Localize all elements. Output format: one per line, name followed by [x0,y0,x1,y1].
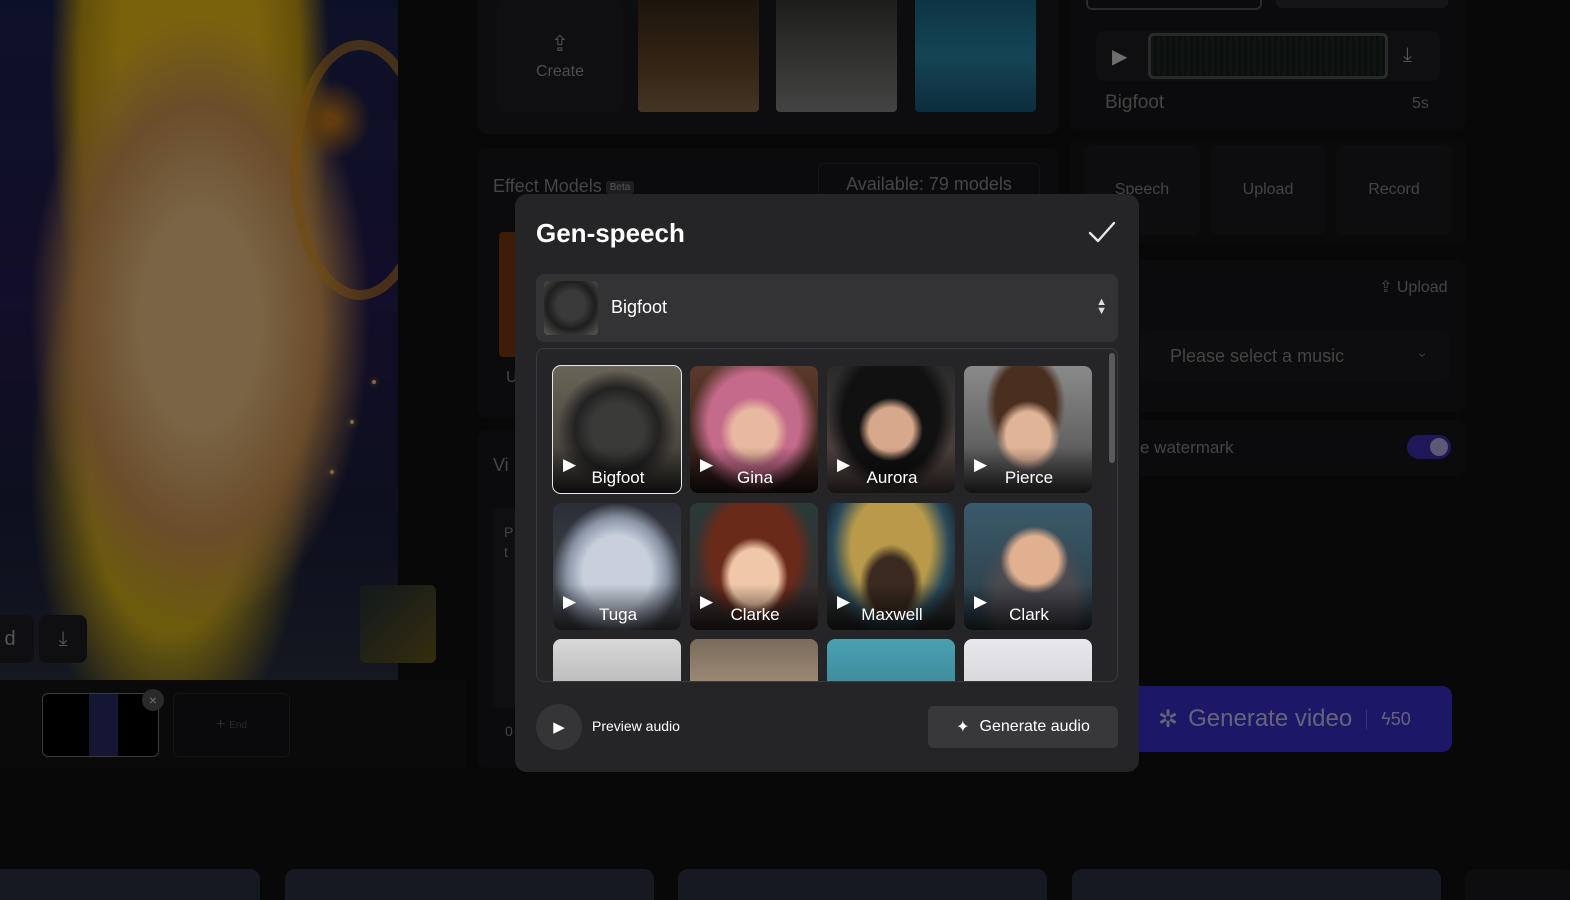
voice-card-maxwell[interactable]: ▶ Maxwell [827,503,955,630]
app-page: d ⤓ × + End ⇪ Create Effect ModelsBeta A… [0,0,1570,900]
voice-grid: ▶ Bigfoot ▶ Gina ▶ Aurora ▶ Pierce ▶ Tug… [536,348,1118,682]
selected-voice-avatar [544,281,598,335]
voice-avatar [827,639,955,681]
voice-card-pierce[interactable]: ▶ Pierce [964,366,1092,493]
voice-name: Tuga [598,605,638,624]
voice-card-partial[interactable] [964,639,1092,681]
generate-audio-button[interactable]: ✦ Generate audio [928,706,1118,748]
play-icon: ▶ [553,719,565,736]
voice-name: Clarke [730,605,780,624]
sort-arrows-icon: ▲ ▼ [1096,296,1107,317]
voice-card-partial[interactable] [553,639,681,681]
voice-name: Clark [1009,605,1049,624]
gen-speech-modal: Gen-speech Bigfoot ▲▼ ▶ Bigfoot ▶ Gina [515,194,1139,772]
voice-avatar [964,639,1092,681]
voice-avatar [553,639,681,681]
voice-name: Bigfoot [591,468,645,487]
voice-name: Gina [737,468,773,487]
magic-wand-icon: ✦ [956,719,970,736]
voice-avatar [690,639,818,681]
voice-card-clarke[interactable]: ▶ Clarke [690,503,818,630]
modal-title: Gen-speech [536,218,685,248]
voice-card-bigfoot[interactable]: ▶ Bigfoot [552,365,682,494]
preview-audio-label[interactable]: Preview audio [592,718,680,734]
preview-audio-play-button[interactable]: ▶ [536,704,582,750]
voice-grid-scrollbar[interactable] [1109,353,1115,463]
voice-card-aurora[interactable]: ▶ Aurora [827,366,955,493]
voice-card-partial[interactable] [690,639,818,681]
voice-card-partial[interactable] [827,639,955,681]
voice-card-tuga[interactable]: ▶ Tuga [553,503,681,630]
voice-name: Aurora [866,468,918,487]
voice-name: Maxwell [861,605,923,624]
selected-voice-name: Bigfoot [611,297,668,317]
voice-dropdown[interactable]: Bigfoot ▲ ▼ [536,274,1118,342]
generate-audio-label: Generate audio [979,718,1090,735]
check-icon[interactable] [1087,218,1117,246]
voice-card-gina[interactable]: ▶ Gina [690,366,818,493]
voice-card-clark[interactable]: ▶ Clark [964,503,1092,630]
voice-name: Pierce [1004,468,1054,487]
